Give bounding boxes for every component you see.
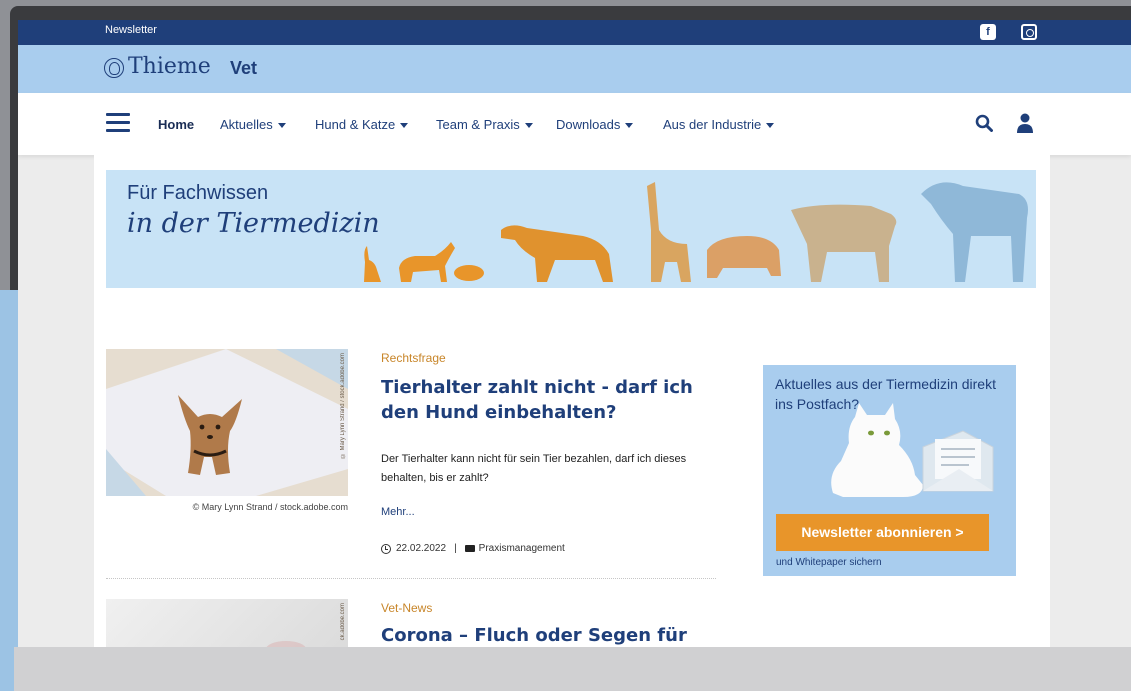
left-accent-panel xyxy=(0,290,20,691)
article-category[interactable]: Rechtsfrage xyxy=(381,351,446,365)
brand-bar: Thieme Vet xyxy=(18,45,1131,93)
image-caption: © Mary Lynn Strand / stock.adobe.com xyxy=(192,502,348,512)
newsletter-teaser[interactable]: Aktuelles aus der Tiermedizin direkt ins… xyxy=(763,365,1016,576)
article-title[interactable]: Tierhalter zahlt nicht - darf ich den Hu… xyxy=(381,375,721,425)
nav-item-aus-der-industrie[interactable]: Aus der Industrie xyxy=(663,117,775,132)
hero-banner[interactable]: Für Fachwissen in der Tiermedizin xyxy=(106,170,1036,288)
article-thumbnail[interactable]: ck.adobe.com xyxy=(106,599,348,647)
facebook-icon[interactable]: f xyxy=(980,24,996,40)
user-icon[interactable] xyxy=(1017,113,1033,133)
nav-item-home[interactable]: Home xyxy=(158,117,194,132)
instagram-icon[interactable] xyxy=(1021,24,1037,40)
newsletter-note: und Whitepaper sichern xyxy=(776,557,882,568)
nav-item-hund-katze[interactable]: Hund & Katze xyxy=(315,117,409,132)
folder-icon xyxy=(464,545,475,552)
menu-icon[interactable] xyxy=(106,113,130,133)
article-excerpt: Der Tierhalter kann nicht für sein Tier … xyxy=(381,453,687,484)
nav-item-aktuelles[interactable]: Aktuelles xyxy=(220,117,286,132)
article-thumbnail[interactable]: © Mary Lynn Strand / stock.adobe.com xyxy=(106,349,348,496)
banner-line2: in der Tiermedizin xyxy=(127,208,380,239)
meta-separator: | xyxy=(454,543,457,554)
main-nav: Home Aktuelles Hund & Katze Team & Praxi… xyxy=(18,93,1131,155)
article-divider xyxy=(106,578,716,579)
caret-down-icon xyxy=(524,123,533,129)
article-title[interactable]: Corona – Fluch oder Segen für die xyxy=(381,623,721,647)
thieme-logo-icon[interactable] xyxy=(104,58,124,78)
brand-name[interactable]: Thieme xyxy=(128,54,211,79)
top-bar: Newsletter f xyxy=(18,20,1131,45)
read-more-link[interactable]: Mehr... xyxy=(381,506,415,518)
newsletter-link[interactable]: Newsletter xyxy=(105,24,157,36)
nav-item-team-praxis[interactable]: Team & Praxis xyxy=(436,117,533,132)
chihuahua-photo xyxy=(106,349,348,496)
animal-silhouettes-illustration xyxy=(364,182,1028,282)
content-column: Für Fachwissen in der Tiermedizin © Mary… xyxy=(94,155,1050,647)
banner-line1: Für Fachwissen xyxy=(127,182,269,204)
article-date: 22.02.2022 xyxy=(396,543,447,554)
article-section[interactable]: Praxismanagement xyxy=(479,543,565,554)
article-photo xyxy=(266,641,306,647)
browser-viewport: Newsletter f Thieme Vet Home Aktuelles H… xyxy=(18,20,1131,647)
caret-down-icon xyxy=(766,123,775,129)
article-meta: 22.02.2022 | Praxismanagement xyxy=(381,543,565,554)
newsletter-subscribe-button[interactable]: Newsletter abonnieren > xyxy=(776,514,989,551)
image-vertical-credit: © Mary Lynn Strand / stock.adobe.com xyxy=(340,353,346,459)
search-icon[interactable] xyxy=(975,114,993,132)
article-category[interactable]: Vet-News xyxy=(381,601,432,615)
bottom-bar xyxy=(14,647,1131,691)
caret-down-icon xyxy=(625,123,634,129)
brand-sub[interactable]: Vet xyxy=(230,58,257,79)
nav-item-downloads[interactable]: Downloads xyxy=(556,117,634,132)
clock-icon xyxy=(381,543,391,554)
image-vertical-credit: ck.adobe.com xyxy=(340,603,346,641)
caret-down-icon xyxy=(277,123,286,129)
caret-down-icon xyxy=(400,123,409,129)
cat-envelope-illustration xyxy=(831,403,994,497)
